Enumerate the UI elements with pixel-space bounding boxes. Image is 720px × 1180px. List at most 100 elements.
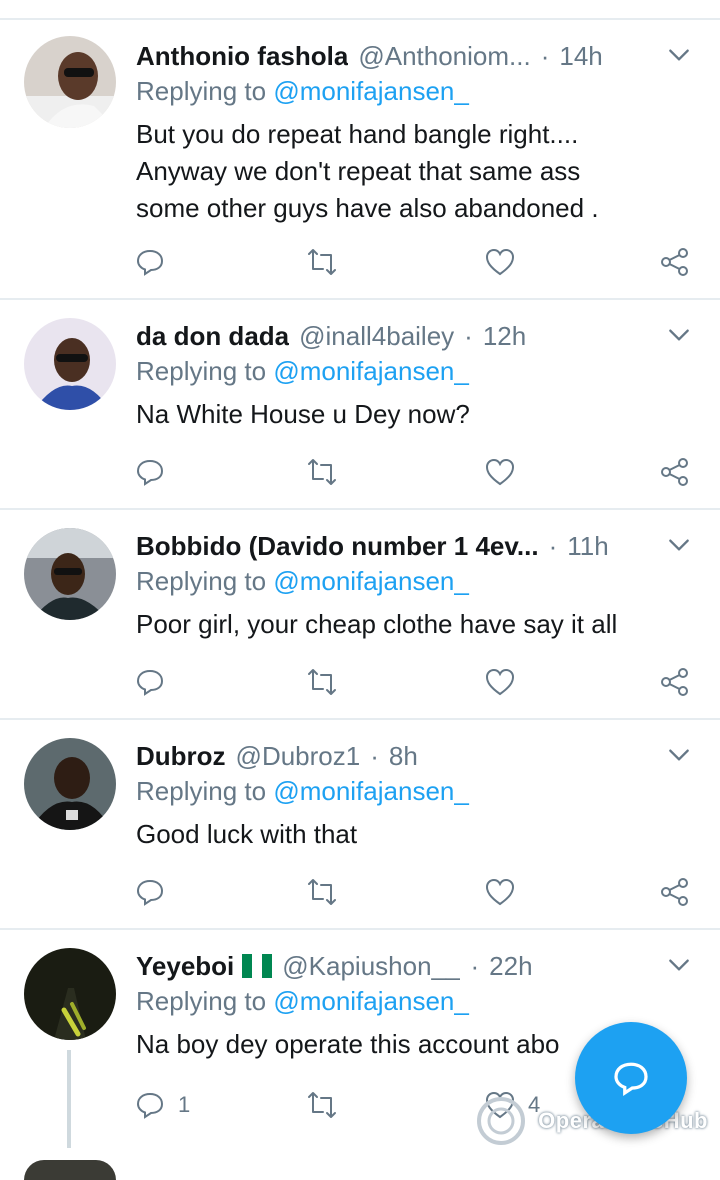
display-name[interactable]: da don dada bbox=[136, 321, 289, 352]
mention-link[interactable]: @monifajansen_ bbox=[273, 566, 469, 596]
replying-to-label: Replying to bbox=[136, 76, 267, 106]
share-button[interactable] bbox=[659, 662, 691, 702]
like-icon bbox=[485, 878, 515, 906]
tweet-header: Bobbido (Davido number 1 4ev... · 11h bbox=[136, 528, 630, 564]
tweet-2[interactable]: da don dada @inall4bailey · 12h Replying… bbox=[0, 300, 720, 510]
retweet-button[interactable] bbox=[306, 662, 338, 702]
chevron-down-icon[interactable] bbox=[666, 322, 692, 348]
replying-to: Replying to @monifajansen_ bbox=[136, 356, 469, 387]
replying-to-label: Replying to bbox=[136, 776, 267, 806]
share-icon bbox=[661, 668, 688, 696]
compose-reply-icon bbox=[614, 1062, 648, 1097]
reply-button[interactable]: 1 bbox=[134, 1085, 190, 1125]
retweet-button[interactable] bbox=[306, 1085, 338, 1125]
mention-link[interactable]: @monifajansen_ bbox=[273, 76, 469, 106]
reply-button[interactable] bbox=[134, 662, 178, 702]
separator-dot: · bbox=[548, 530, 558, 561]
replying-to: Replying to @monifajansen_ bbox=[136, 76, 469, 107]
like-icon bbox=[485, 668, 515, 696]
share-icon bbox=[661, 458, 688, 486]
action-bar bbox=[0, 452, 720, 492]
display-name[interactable]: Dubroz bbox=[136, 741, 226, 772]
replying-to-label: Replying to bbox=[136, 356, 267, 386]
like-button[interactable] bbox=[484, 452, 528, 492]
user-handle[interactable]: @Dubroz1 bbox=[236, 741, 361, 772]
tweet-text: But you do repeat hand bangle right.... … bbox=[136, 119, 599, 223]
like-button[interactable] bbox=[484, 662, 528, 702]
timestamp[interactable]: 22h bbox=[489, 951, 532, 982]
replying-to: Replying to @monifajansen_ bbox=[136, 986, 469, 1017]
retweet-button[interactable] bbox=[306, 242, 338, 282]
replying-to-label: Replying to bbox=[136, 986, 267, 1016]
avatar[interactable] bbox=[24, 36, 116, 128]
chevron-down-icon[interactable] bbox=[666, 532, 692, 558]
avatar[interactable] bbox=[24, 528, 116, 620]
next-tweet-avatar bbox=[24, 1160, 116, 1180]
tweet-header: da don dada @inall4bailey · 12h bbox=[136, 318, 630, 354]
retweet-button[interactable] bbox=[306, 872, 338, 912]
user-handle[interactable]: @Anthoniom... bbox=[358, 41, 530, 72]
tweet-4[interactable]: Dubroz @Dubroz1 · 8h Replying to @monifa… bbox=[0, 720, 720, 930]
action-bar bbox=[0, 872, 720, 912]
reply-icon bbox=[136, 249, 164, 276]
chevron-down-icon[interactable] bbox=[666, 742, 692, 768]
like-button[interactable] bbox=[484, 242, 528, 282]
separator-dot: · bbox=[370, 740, 379, 771]
reply-button[interactable] bbox=[134, 452, 178, 492]
timestamp[interactable]: 12h bbox=[483, 321, 526, 352]
share-icon bbox=[661, 248, 688, 276]
avatar[interactable] bbox=[24, 948, 116, 1040]
reply-button[interactable] bbox=[134, 872, 178, 912]
reply-icon bbox=[136, 1092, 164, 1119]
display-name[interactable]: Bobbido (Davido number 1 4ev... bbox=[136, 531, 539, 562]
timestamp[interactable]: 14h bbox=[559, 41, 602, 72]
avatar[interactable] bbox=[24, 318, 116, 410]
mention-link[interactable]: @monifajansen_ bbox=[273, 986, 469, 1016]
timestamp[interactable]: 11h bbox=[567, 531, 608, 562]
share-button[interactable] bbox=[659, 872, 691, 912]
reply-button[interactable] bbox=[134, 242, 178, 282]
action-bar bbox=[0, 662, 720, 702]
reply-count: 1 bbox=[178, 1092, 191, 1117]
tweet-1[interactable]: Anthonio fashola @Anthoniom... · 14h Rep… bbox=[0, 20, 720, 300]
mention-link[interactable]: @monifajansen_ bbox=[273, 356, 469, 386]
replying-to-label: Replying to bbox=[136, 566, 267, 596]
user-handle[interactable]: @inall4bailey bbox=[299, 321, 454, 352]
mention-link[interactable]: @monifajansen_ bbox=[273, 776, 469, 806]
tweet-text: Good luck with that bbox=[136, 819, 358, 849]
replying-to: Replying to @monifajansen_ bbox=[136, 776, 469, 807]
chevron-down-icon[interactable] bbox=[666, 952, 692, 978]
avatar[interactable] bbox=[24, 738, 116, 830]
retweet-icon bbox=[308, 1092, 336, 1118]
like-icon bbox=[485, 458, 515, 486]
share-button[interactable] bbox=[659, 242, 691, 282]
share-icon bbox=[661, 878, 688, 906]
retweet-icon bbox=[308, 459, 336, 485]
reply-icon bbox=[136, 669, 164, 696]
retweet-icon bbox=[308, 669, 336, 695]
timestamp[interactable]: 8h bbox=[389, 741, 418, 772]
separator-dot: · bbox=[464, 320, 473, 351]
display-name[interactable]: Yeyeboi bbox=[136, 951, 234, 982]
like-button[interactable] bbox=[484, 872, 528, 912]
share-button[interactable] bbox=[659, 452, 691, 492]
retweet-icon bbox=[308, 249, 336, 275]
chevron-down-icon[interactable] bbox=[666, 42, 692, 68]
display-name[interactable]: Anthonio fashola bbox=[136, 41, 348, 72]
tweet-header: Anthonio fashola @Anthoniom... · 14h bbox=[136, 38, 630, 74]
nigeria-flag-icon bbox=[242, 954, 273, 978]
retweet-icon bbox=[308, 879, 336, 905]
compose-reply-button[interactable] bbox=[575, 1022, 687, 1134]
separator-dot: · bbox=[540, 40, 550, 71]
tweet-text: Na White House u Dey now? bbox=[136, 399, 470, 429]
retweet-button[interactable] bbox=[306, 452, 338, 492]
tweet-3[interactable]: Bobbido (Davido number 1 4ev... · 11h Re… bbox=[0, 510, 720, 720]
like-icon bbox=[485, 248, 515, 276]
user-handle[interactable]: @Kapiushon__ bbox=[282, 951, 460, 982]
tweet-text: Poor girl, your cheap clothe have say it… bbox=[136, 609, 618, 639]
opera-news-logo-icon bbox=[477, 1097, 525, 1145]
tweet-header: Dubroz @Dubroz1 · 8h bbox=[136, 738, 630, 774]
replying-to: Replying to @monifajansen_ bbox=[136, 566, 469, 597]
separator-dot: · bbox=[470, 950, 480, 981]
reply-icon bbox=[136, 459, 164, 486]
